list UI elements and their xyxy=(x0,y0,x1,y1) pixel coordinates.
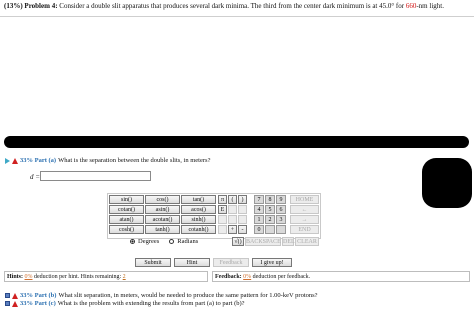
radians-label: Radians xyxy=(177,238,199,245)
redaction-bar xyxy=(4,136,469,148)
hints-remaining-count: 2 xyxy=(122,274,126,280)
calc-blank-button[interactable] xyxy=(218,225,227,234)
divider xyxy=(0,16,474,17)
expand-arrow-icon[interactable] xyxy=(5,157,10,164)
calc-left-arrow-button[interactable]: ← xyxy=(290,205,319,214)
calc-digit-6[interactable]: 6 xyxy=(276,205,286,214)
hints-text: deduction per hint. Hints remaining: xyxy=(34,274,122,280)
calc-cotan-button[interactable]: cotan() xyxy=(109,205,144,214)
wavelength-value: 660 xyxy=(405,2,417,10)
calc-digit-8[interactable]: 8 xyxy=(265,195,275,204)
calc-asin-button[interactable]: asin() xyxy=(145,205,180,214)
calc-clear-button[interactable]: CLEAR xyxy=(295,237,319,246)
calc-digit-2[interactable]: 2 xyxy=(265,215,275,224)
part-b-percent: 33% Part (b) xyxy=(20,292,57,299)
calc-acos-button[interactable]: acos() xyxy=(181,205,216,214)
calc-atan-button[interactable]: atan() xyxy=(109,215,144,224)
calc-blank-button[interactable] xyxy=(238,215,247,224)
calc-digit-4[interactable]: 4 xyxy=(254,205,264,214)
calc-end-button[interactable]: END xyxy=(290,225,319,234)
calc-digit-9[interactable]: 9 xyxy=(276,195,286,204)
part-locked-icon xyxy=(5,293,10,298)
calc-digit-5[interactable]: 5 xyxy=(265,205,275,214)
feedback-deduction-percent: 0% xyxy=(243,274,252,280)
calc-right-arrow-button[interactable]: → xyxy=(290,215,319,224)
calc-pi-button[interactable]: π xyxy=(218,195,227,204)
warning-icon xyxy=(12,292,18,299)
calc-cos-button[interactable]: cos() xyxy=(145,195,180,204)
calc-digit-7[interactable]: 7 xyxy=(254,195,264,204)
calc-cosh-button[interactable]: cosh() xyxy=(109,225,144,234)
feedback-text: deduction per feedback. xyxy=(252,274,311,280)
calc-tanh-button[interactable]: tanh() xyxy=(145,225,180,234)
calc-acotan-button[interactable]: acotan() xyxy=(145,215,180,224)
submit-button[interactable]: Submit xyxy=(135,258,171,267)
part-c-header[interactable]: 33% Part (c) What is the problem with ex… xyxy=(5,300,245,307)
feedback-panel: Feedback: 0% deduction per feedback. xyxy=(212,271,470,282)
part-locked-icon xyxy=(5,301,10,306)
calc-delete-button[interactable]: DEL xyxy=(282,237,295,246)
calc-cotanh-button[interactable]: cotanh() xyxy=(181,225,216,234)
calc-close-paren-button[interactable]: ) xyxy=(238,195,247,204)
part-c-question: What is the problem with extending the r… xyxy=(57,300,245,307)
angle-mode-selector: Degrees Radians xyxy=(130,238,198,245)
calc-digit-3[interactable]: 3 xyxy=(276,215,286,224)
hints-panel: Hints: 0% deduction per hint. Hints rema… xyxy=(4,271,208,282)
part-b-header[interactable]: 33% Part (b) What slit separation, in me… xyxy=(5,292,318,299)
problem-text-end: -nm light. xyxy=(416,2,444,10)
feedback-label: Feedback: xyxy=(215,274,242,280)
calc-backspace-button[interactable]: BACKSPACE xyxy=(245,237,281,246)
calc-digit-blank[interactable]: 0 xyxy=(254,225,264,234)
calc-digit-0[interactable] xyxy=(265,225,275,234)
radians-radio[interactable] xyxy=(169,239,175,244)
calc-blank-button[interactable] xyxy=(228,205,237,214)
feedback-button[interactable]: Feedback xyxy=(213,258,249,267)
hint-deduction-percent: 0% xyxy=(24,274,33,280)
part-a-question: What is the separation between the doubl… xyxy=(58,157,211,164)
calc-minus-button[interactable]: - xyxy=(238,225,247,234)
calc-blank-button[interactable] xyxy=(228,215,237,224)
calc-open-paren-button[interactable]: ( xyxy=(228,195,237,204)
problem-label: (13%) Problem 4: xyxy=(4,2,58,10)
give-up-button[interactable]: I give up! xyxy=(252,258,292,267)
hint-button[interactable]: Hint xyxy=(174,258,210,267)
calc-plus-button[interactable]: + xyxy=(228,225,237,234)
calc-blank-button[interactable] xyxy=(238,205,247,214)
answer-variable-label: d = xyxy=(30,173,40,181)
calc-home-button[interactable]: HOME xyxy=(290,195,319,204)
redaction-blob xyxy=(422,158,472,208)
calc-digit-blank[interactable] xyxy=(276,225,286,234)
calc-tan-button[interactable]: tan() xyxy=(181,195,216,204)
problem-statement: (13%) Problem 4: Consider a double slit … xyxy=(4,2,444,10)
calc-e-button[interactable]: E xyxy=(218,205,227,214)
warning-icon xyxy=(12,300,18,307)
part-b-question: What slit separation, in meters, would b… xyxy=(58,292,318,299)
part-c-percent: 33% Part (c) xyxy=(20,300,56,307)
degrees-label: Degrees xyxy=(138,238,160,245)
calc-sin-button[interactable]: sin() xyxy=(109,195,144,204)
calc-sqrt-button[interactable]: √() xyxy=(232,237,244,246)
part-a-percent: 33% Part (a) xyxy=(20,157,57,164)
part-a-header[interactable]: 33% Part (a) What is the separation betw… xyxy=(5,157,210,164)
calc-blank-button[interactable] xyxy=(218,215,227,224)
warning-icon xyxy=(12,157,18,164)
answer-input[interactable] xyxy=(40,171,151,181)
calc-sinh-button[interactable]: sinh() xyxy=(181,215,216,224)
degrees-radio[interactable] xyxy=(130,239,135,244)
hints-label: Hints: xyxy=(7,274,24,280)
calc-digit-1[interactable]: 1 xyxy=(254,215,264,224)
problem-text-start: Consider a double slit apparatus that pr… xyxy=(59,2,406,10)
